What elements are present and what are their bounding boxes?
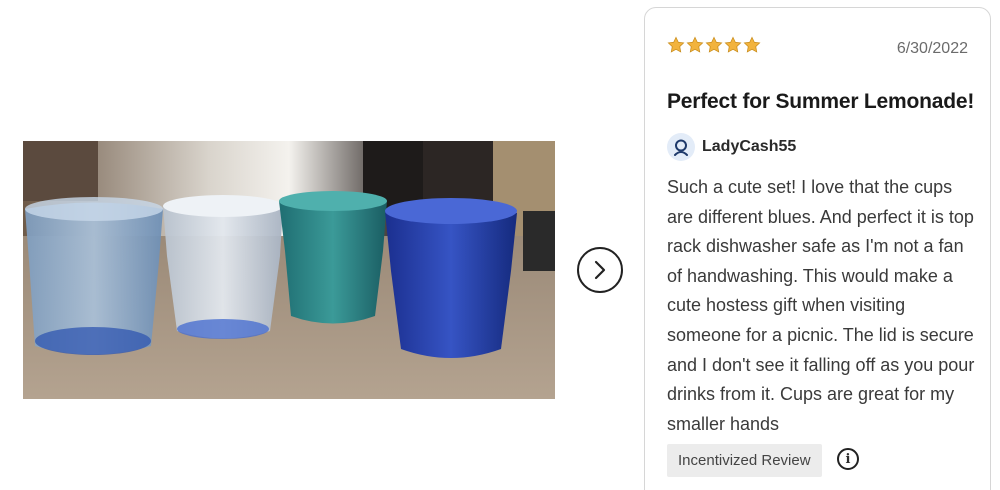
info-icon[interactable]: i: [837, 448, 859, 470]
star-icon: [724, 36, 742, 53]
star-icon: [686, 36, 704, 53]
user-icon: [667, 133, 695, 161]
chevron-right-icon: [594, 260, 606, 280]
review-title: Perfect for Summer Lemonade!: [667, 90, 975, 113]
review-author[interactable]: LadyCash55: [667, 133, 796, 161]
next-photo-button[interactable]: [577, 247, 623, 293]
incentivized-review-badge: Incentivized Review: [667, 444, 822, 477]
review-card: 6/30/2022 Perfect for Summer Lemonade! L…: [644, 7, 991, 490]
review-photo-image: [23, 141, 555, 399]
review-photo[interactable]: [23, 141, 555, 399]
review-date: 6/30/2022: [896, 40, 968, 57]
star-rating: [667, 36, 761, 54]
star-icon: [743, 36, 761, 53]
star-icon: [705, 36, 723, 53]
author-name: LadyCash55: [702, 138, 797, 155]
review-text: Such a cute set! I love that the cups ar…: [667, 177, 975, 434]
star-icon: [667, 36, 685, 53]
